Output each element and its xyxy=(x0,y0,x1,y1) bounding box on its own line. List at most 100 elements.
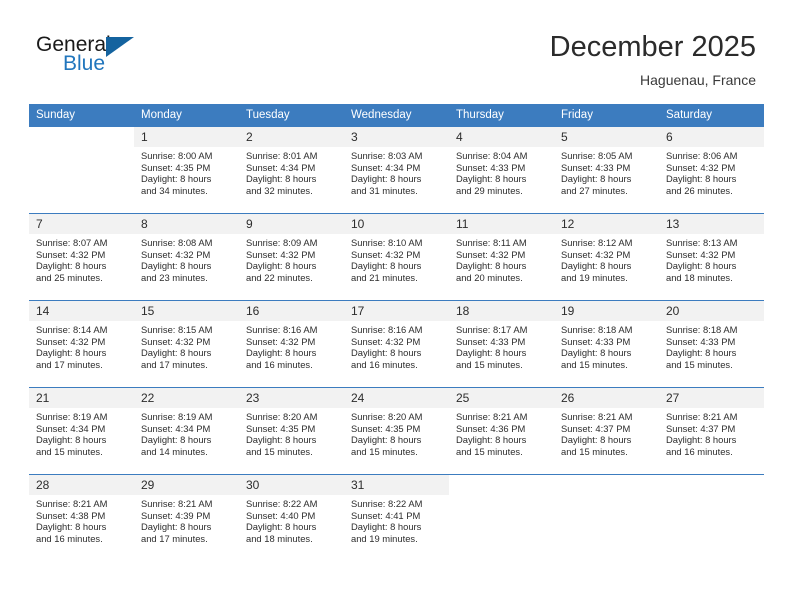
calendar-day-cell[interactable]: 6 Sunrise: 8:06 AM Sunset: 4:32 PM Daylight… xyxy=(659,127,764,213)
day-info-daylight2: and 15 minutes. xyxy=(456,358,523,370)
day-info-daylight2: and 15 minutes. xyxy=(561,445,628,457)
day-info-sunrise: Sunrise: 8:16 AM xyxy=(246,324,318,335)
day-info: Sunrise: 8:09 AM Sunset: 4:32 PM Daylight:… xyxy=(239,234,344,283)
day-info: Sunrise: 8:22 AM Sunset: 4:40 PM Daylight:… xyxy=(239,495,344,544)
title-block: December 2025 Haguenau, France xyxy=(550,30,756,90)
day-info: Sunrise: 8:03 AM Sunset: 4:34 PM Daylight:… xyxy=(344,147,449,196)
calendar-day-cell[interactable]: 31 Sunrise: 8:22 AM Sunset: 4:41 PM Dayligh… xyxy=(344,475,449,561)
calendar-week-row: 7 Sunrise: 8:07 AM Sunset: 4:32 PM Daylight… xyxy=(29,213,764,301)
day-info-daylight1: Daylight: 8 hours xyxy=(351,173,422,185)
day-info-sunset: Sunset: 4:32 PM xyxy=(351,335,421,347)
day-info-daylight2: and 34 minutes. xyxy=(141,184,208,196)
day-info-sunrise: Sunrise: 8:08 AM xyxy=(141,237,213,248)
calendar-day-cell[interactable]: 19 Sunrise: 8:18 AM Sunset: 4:33 PM Dayligh… xyxy=(554,301,659,387)
calendar-day-cell[interactable]: 23 Sunrise: 8:20 AM Sunset: 4:35 PM Dayligh… xyxy=(239,388,344,474)
calendar-day-cell[interactable]: 21 Sunrise: 8:19 AM Sunset: 4:34 PM Dayligh… xyxy=(29,388,134,474)
day-info-sunset: Sunset: 4:35 PM xyxy=(351,422,421,434)
calendar-day-cell[interactable]: 29 Sunrise: 8:21 AM Sunset: 4:39 PM Dayligh… xyxy=(134,475,239,561)
calendar-cell-empty xyxy=(29,127,134,213)
day-info-sunset: Sunset: 4:33 PM xyxy=(561,161,631,173)
calendar-day-cell[interactable]: 2 Sunrise: 8:01 AM Sunset: 4:34 PM Daylight… xyxy=(239,127,344,213)
day-info: Sunrise: 8:08 AM Sunset: 4:32 PM Daylight:… xyxy=(134,234,239,283)
day-info-daylight2: and 15 minutes. xyxy=(666,358,733,370)
day-info-sunset: Sunset: 4:32 PM xyxy=(456,248,526,260)
calendar-day-cell[interactable]: 30 Sunrise: 8:22 AM Sunset: 4:40 PM Dayligh… xyxy=(239,475,344,561)
day-info-daylight1: Daylight: 8 hours xyxy=(351,434,422,446)
day-info-sunrise: Sunrise: 8:21 AM xyxy=(36,498,108,509)
calendar-day-cell[interactable]: 24 Sunrise: 8:20 AM Sunset: 4:35 PM Dayligh… xyxy=(344,388,449,474)
day-number: 24 xyxy=(344,388,449,408)
day-info-sunset: Sunset: 4:34 PM xyxy=(141,422,211,434)
calendar-day-cell[interactable]: 9 Sunrise: 8:09 AM Sunset: 4:32 PM Daylight… xyxy=(239,214,344,300)
calendar-day-cell[interactable]: 14 Sunrise: 8:14 AM Sunset: 4:32 PM Dayligh… xyxy=(29,301,134,387)
calendar-day-cell[interactable]: 8 Sunrise: 8:08 AM Sunset: 4:32 PM Daylight… xyxy=(134,214,239,300)
day-number: 4 xyxy=(449,127,554,147)
day-info-daylight2: and 26 minutes. xyxy=(666,184,733,196)
calendar-day-cell[interactable]: 11 Sunrise: 8:11 AM Sunset: 4:32 PM Dayligh… xyxy=(449,214,554,300)
day-number: 22 xyxy=(134,388,239,408)
calendar-day-cell[interactable]: 16 Sunrise: 8:16 AM Sunset: 4:32 PM Dayligh… xyxy=(239,301,344,387)
day-info-daylight1: Daylight: 8 hours xyxy=(141,260,212,272)
day-number: 30 xyxy=(239,475,344,495)
day-info: Sunrise: 8:21 AM Sunset: 4:37 PM Daylight:… xyxy=(659,408,764,457)
calendar-page: General Blue December 2025 Haguenau, Fra… xyxy=(0,0,792,612)
day-info-daylight1: Daylight: 8 hours xyxy=(246,347,317,359)
day-info-daylight2: and 23 minutes. xyxy=(141,271,208,283)
day-info-daylight1: Daylight: 8 hours xyxy=(666,347,737,359)
day-info-daylight1: Daylight: 8 hours xyxy=(36,260,107,272)
day-info: Sunrise: 8:05 AM Sunset: 4:33 PM Daylight:… xyxy=(554,147,659,196)
weekday-header-saturday: Saturday xyxy=(659,104,764,127)
calendar-day-cell[interactable]: 20 Sunrise: 8:18 AM Sunset: 4:33 PM Dayligh… xyxy=(659,301,764,387)
calendar-day-cell[interactable]: 3 Sunrise: 8:03 AM Sunset: 4:34 PM Daylight… xyxy=(344,127,449,213)
day-number: 25 xyxy=(449,388,554,408)
brand-name-blue: Blue xyxy=(63,52,106,75)
day-number: 16 xyxy=(239,301,344,321)
day-info-daylight1: Daylight: 8 hours xyxy=(666,434,737,446)
day-info-daylight1: Daylight: 8 hours xyxy=(141,521,212,533)
weekday-header-monday: Monday xyxy=(134,104,239,127)
calendar-day-cell[interactable]: 1 Sunrise: 8:00 AM Sunset: 4:35 PM Daylight… xyxy=(134,127,239,213)
day-number: 28 xyxy=(29,475,134,495)
calendar-day-cell[interactable]: 10 Sunrise: 8:10 AM Sunset: 4:32 PM Dayligh… xyxy=(344,214,449,300)
calendar-day-cell[interactable]: 17 Sunrise: 8:16 AM Sunset: 4:32 PM Dayligh… xyxy=(344,301,449,387)
day-info-daylight2: and 16 minutes. xyxy=(36,532,103,544)
day-info: Sunrise: 8:14 AM Sunset: 4:32 PM Daylight:… xyxy=(29,321,134,370)
day-number xyxy=(554,475,659,495)
day-info-sunset: Sunset: 4:39 PM xyxy=(141,509,211,521)
calendar-day-cell[interactable]: 12 Sunrise: 8:12 AM Sunset: 4:32 PM Dayligh… xyxy=(554,214,659,300)
day-info-sunset: Sunset: 4:41 PM xyxy=(351,509,421,521)
calendar-day-cell[interactable]: 15 Sunrise: 8:15 AM Sunset: 4:32 PM Dayligh… xyxy=(134,301,239,387)
day-number: 23 xyxy=(239,388,344,408)
day-info: Sunrise: 8:22 AM Sunset: 4:41 PM Daylight:… xyxy=(344,495,449,544)
day-info-daylight2: and 19 minutes. xyxy=(561,271,628,283)
day-info-daylight1: Daylight: 8 hours xyxy=(456,173,527,185)
day-info: Sunrise: 8:11 AM Sunset: 4:32 PM Daylight:… xyxy=(449,234,554,283)
brand-logo[interactable]: General Blue xyxy=(36,34,256,88)
day-info-daylight1: Daylight: 8 hours xyxy=(351,260,422,272)
day-info: Sunrise: 8:21 AM Sunset: 4:38 PM Daylight:… xyxy=(29,495,134,544)
calendar-day-cell[interactable]: 18 Sunrise: 8:17 AM Sunset: 4:33 PM Dayligh… xyxy=(449,301,554,387)
calendar-day-cell[interactable]: 26 Sunrise: 8:21 AM Sunset: 4:37 PM Dayligh… xyxy=(554,388,659,474)
weekday-header-friday: Friday xyxy=(554,104,659,127)
calendar-day-cell[interactable]: 5 Sunrise: 8:05 AM Sunset: 4:33 PM Daylight… xyxy=(554,127,659,213)
calendar-day-cell[interactable]: 7 Sunrise: 8:07 AM Sunset: 4:32 PM Daylight… xyxy=(29,214,134,300)
calendar-cell-empty xyxy=(554,475,659,561)
calendar-day-cell[interactable]: 25 Sunrise: 8:21 AM Sunset: 4:36 PM Dayligh… xyxy=(449,388,554,474)
calendar-day-cell[interactable]: 27 Sunrise: 8:21 AM Sunset: 4:37 PM Dayligh… xyxy=(659,388,764,474)
day-number: 26 xyxy=(554,388,659,408)
calendar-day-cell[interactable]: 4 Sunrise: 8:04 AM Sunset: 4:33 PM Daylight… xyxy=(449,127,554,213)
calendar-body: 1 Sunrise: 8:00 AM Sunset: 4:35 PM Daylight… xyxy=(29,126,764,561)
calendar-day-cell[interactable]: 28 Sunrise: 8:21 AM Sunset: 4:38 PM Dayligh… xyxy=(29,475,134,561)
day-info-sunrise: Sunrise: 8:20 AM xyxy=(351,411,423,422)
calendar-day-cell[interactable]: 13 Sunrise: 8:13 AM Sunset: 4:32 PM Dayligh… xyxy=(659,214,764,300)
calendar-week-row: 1 Sunrise: 8:00 AM Sunset: 4:35 PM Daylight… xyxy=(29,126,764,214)
day-info-daylight1: Daylight: 8 hours xyxy=(561,347,632,359)
day-info-daylight2: and 15 minutes. xyxy=(36,445,103,457)
day-info-daylight1: Daylight: 8 hours xyxy=(561,173,632,185)
day-info: Sunrise: 8:16 AM Sunset: 4:32 PM Daylight:… xyxy=(344,321,449,370)
day-info: Sunrise: 8:00 AM Sunset: 4:35 PM Daylight:… xyxy=(134,147,239,196)
calendar-day-cell[interactable]: 22 Sunrise: 8:19 AM Sunset: 4:34 PM Dayligh… xyxy=(134,388,239,474)
day-info-sunset: Sunset: 4:32 PM xyxy=(36,335,106,347)
day-number: 18 xyxy=(449,301,554,321)
day-info-daylight1: Daylight: 8 hours xyxy=(246,434,317,446)
